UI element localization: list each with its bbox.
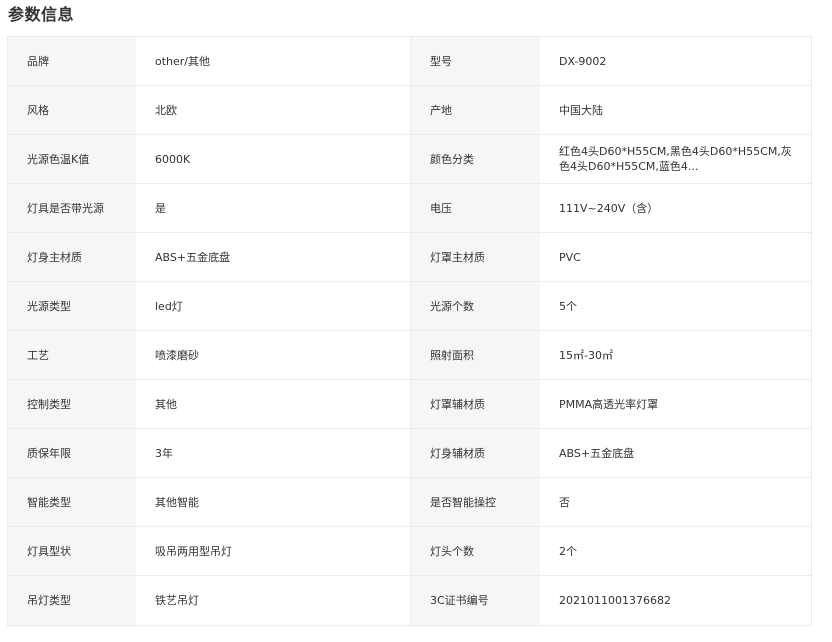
param-value: 中国大陆 — [540, 86, 811, 134]
param-row: 光源类型 led灯 光源个数 5个 — [8, 282, 811, 331]
param-value: led灯 — [136, 282, 411, 330]
param-value: 15㎡-30㎡ — [540, 331, 811, 379]
param-label: 照射面积 — [411, 331, 540, 379]
param-value: 铁艺吊灯 — [136, 576, 411, 625]
param-row: 灯身主材质 ABS+五金底盘 灯罩主材质 PVC — [8, 233, 811, 282]
param-value: 111V~240V（含） — [540, 184, 811, 232]
param-value: 其他 — [136, 380, 411, 428]
param-label: 灯罩辅材质 — [411, 380, 540, 428]
param-label: 灯头个数 — [411, 527, 540, 575]
param-value: 2个 — [540, 527, 811, 575]
param-value: DX-9002 — [540, 37, 811, 85]
param-row: 工艺 喷漆磨砂 照射面积 15㎡-30㎡ — [8, 331, 811, 380]
param-row: 光源色温K值 6000K 颜色分类 红色4头D60*H55CM,黑色4头D60*… — [8, 135, 811, 184]
param-row: 控制类型 其他 灯罩辅材质 PMMA高透光率灯罩 — [8, 380, 811, 429]
param-value: 吸吊两用型吊灯 — [136, 527, 411, 575]
param-label: 灯具是否带光源 — [8, 184, 136, 232]
param-row: 品牌 other/其他 型号 DX-9002 — [8, 37, 811, 86]
param-label: 型号 — [411, 37, 540, 85]
param-value: 2021011001376682 — [540, 576, 811, 625]
param-label: 灯身辅材质 — [411, 429, 540, 477]
param-value: PMMA高透光率灯罩 — [540, 380, 811, 428]
param-value: 北欧 — [136, 86, 411, 134]
param-row: 灯具是否带光源 是 电压 111V~240V（含） — [8, 184, 811, 233]
param-label: 控制类型 — [8, 380, 136, 428]
param-value: 3年 — [136, 429, 411, 477]
param-label: 灯罩主材质 — [411, 233, 540, 281]
param-label: 3C证书编号 — [411, 576, 540, 625]
params-table: 品牌 other/其他 型号 DX-9002 风格 北欧 产地 中国大陆 光源色… — [7, 36, 812, 626]
param-label: 光源色温K值 — [8, 135, 136, 183]
param-value: 喷漆磨砂 — [136, 331, 411, 379]
param-value: 红色4头D60*H55CM,黑色4头D60*H55CM,灰色4头D60*H55C… — [540, 135, 811, 183]
param-label: 灯身主材质 — [8, 233, 136, 281]
param-label: 灯具型状 — [8, 527, 136, 575]
param-value: 否 — [540, 478, 811, 526]
param-row: 智能类型 其他智能 是否智能操控 否 — [8, 478, 811, 527]
param-row: 质保年限 3年 灯身辅材质 ABS+五金底盘 — [8, 429, 811, 478]
param-row: 吊灯类型 铁艺吊灯 3C证书编号 2021011001376682 — [8, 576, 811, 625]
param-label: 光源个数 — [411, 282, 540, 330]
param-value: 其他智能 — [136, 478, 411, 526]
param-label: 质保年限 — [8, 429, 136, 477]
param-label: 品牌 — [8, 37, 136, 85]
param-label: 智能类型 — [8, 478, 136, 526]
param-row: 灯具型状 吸吊两用型吊灯 灯头个数 2个 — [8, 527, 811, 576]
param-label: 电压 — [411, 184, 540, 232]
param-label: 光源类型 — [8, 282, 136, 330]
param-value: other/其他 — [136, 37, 411, 85]
param-value: 6000K — [136, 135, 411, 183]
param-value: PVC — [540, 233, 811, 281]
param-value: ABS+五金底盘 — [540, 429, 811, 477]
param-label: 产地 — [411, 86, 540, 134]
section-title: 参数信息 — [8, 5, 75, 24]
param-row: 风格 北欧 产地 中国大陆 — [8, 86, 811, 135]
param-label: 风格 — [8, 86, 136, 134]
param-value: 5个 — [540, 282, 811, 330]
param-value: ABS+五金底盘 — [136, 233, 411, 281]
param-label: 工艺 — [8, 331, 136, 379]
param-value: 是 — [136, 184, 411, 232]
param-label: 是否智能操控 — [411, 478, 540, 526]
param-label: 颜色分类 — [411, 135, 540, 183]
param-label: 吊灯类型 — [8, 576, 136, 625]
param-value-text: 红色4头D60*H55CM,黑色4头D60*H55CM,灰色4头D60*H55C… — [559, 145, 792, 173]
